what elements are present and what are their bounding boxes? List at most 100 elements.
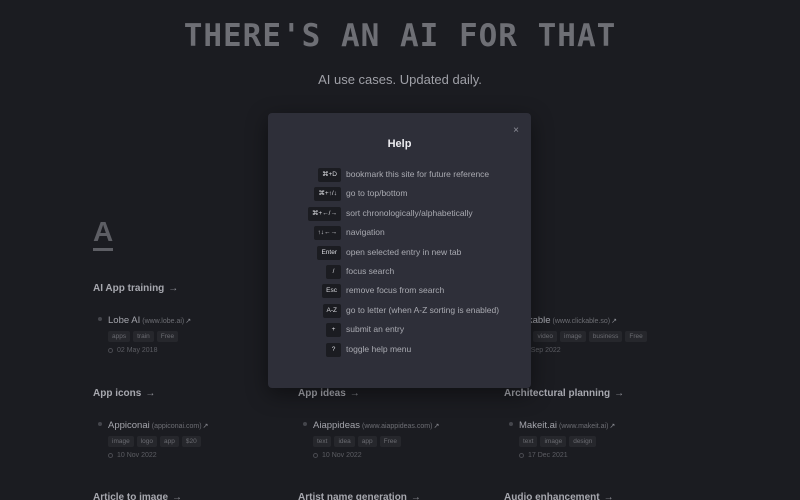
entry-domain: (www.aiappideas.com) xyxy=(362,423,433,430)
arrow-right-icon: → xyxy=(603,492,614,500)
key-badge: ↑↓←→ xyxy=(313,226,341,241)
entry-date: 10 Nov 2022 xyxy=(117,452,157,459)
shortcut-description: go to letter (when A-Z sorting is enable… xyxy=(346,304,500,315)
key-badge: / xyxy=(326,264,341,279)
tag[interactable]: business xyxy=(588,331,623,342)
bullet-icon xyxy=(98,422,102,426)
shortcut-description: sort chronologically/alphabetically xyxy=(346,207,473,218)
category-audio-enhancement[interactable]: Audio enhancement → xyxy=(504,492,614,500)
tag[interactable]: app xyxy=(160,436,179,447)
shortcut-description: remove focus from search xyxy=(346,285,445,296)
shortcut-description: bookmark this site for future reference xyxy=(346,169,490,179)
key-badge: Esc xyxy=(322,284,341,299)
tag[interactable]: design xyxy=(569,436,597,447)
tag[interactable]: video xyxy=(533,331,558,342)
shortcut-row: Esc remove focus from search xyxy=(268,284,531,303)
shortcut-row: / focus search xyxy=(268,264,531,284)
category-app-icons[interactable]: App icons → xyxy=(93,388,155,399)
tag[interactable]: image xyxy=(540,436,567,447)
category-app-ideas[interactable]: App ideas → xyxy=(298,388,360,399)
entry-date: 17 Dec 2021 xyxy=(528,452,568,459)
entry-domain: (www.clickable.so) xyxy=(552,318,611,325)
key-badge: ⌘+D xyxy=(318,168,341,182)
clock-icon xyxy=(108,348,113,353)
letter-heading: A xyxy=(93,216,114,247)
category-artist-name-generation[interactable]: Artist name generation → xyxy=(298,492,421,500)
entry-name[interactable]: Makeit.ai xyxy=(519,420,557,431)
shortcut-description: open selected entry in new tab xyxy=(346,246,462,257)
site-title: THERE'S AN AI FOR THAT xyxy=(183,18,617,54)
key-badge: A-Z xyxy=(322,303,341,318)
arrow-right-icon: → xyxy=(614,388,625,399)
list-item[interactable]: Appiconai (appiconai.com)↗ image logo app… xyxy=(98,420,209,459)
arrow-right-icon: → xyxy=(349,388,360,399)
category-architectural-planning[interactable]: Architectural planning → xyxy=(504,388,624,399)
shortcut-description: focus search xyxy=(346,265,395,276)
external-link-icon[interactable]: ↗ xyxy=(203,423,209,430)
shortcut-row: ⌘+↑/↓ go to top/bottom xyxy=(268,187,531,206)
entry-date: 10 Nov 2022 xyxy=(322,452,362,459)
close-icon[interactable]: × xyxy=(513,125,519,136)
bullet-icon xyxy=(303,422,307,426)
shortcut-description: go to top/bottom xyxy=(346,188,408,199)
tag[interactable]: Free xyxy=(156,331,179,342)
shortcut-description: navigation xyxy=(346,227,385,238)
entry-name[interactable]: Appiconai xyxy=(108,420,150,431)
tag[interactable]: text xyxy=(313,436,332,447)
entry-domain: (www.makeit.ai) xyxy=(559,423,609,430)
tag[interactable]: logo xyxy=(136,436,158,447)
tag[interactable]: $20 xyxy=(181,436,201,447)
tag[interactable]: apps xyxy=(108,331,131,342)
key-badge: ⌘+↑/↓ xyxy=(314,187,341,202)
shortcut-row: ↑↓←→ navigation xyxy=(268,226,531,245)
tag[interactable]: image xyxy=(108,436,134,447)
clock-icon xyxy=(313,453,318,458)
shortcut-row: + submit an entry xyxy=(268,323,531,342)
external-link-icon[interactable]: ↗ xyxy=(185,318,191,325)
arrow-right-icon: → xyxy=(145,388,156,399)
shortcut-row: ⌘+←/→ sort chronologically/alphabetically xyxy=(268,206,531,226)
entry-date: 02 May 2018 xyxy=(117,347,158,354)
modal-title: Help xyxy=(387,138,412,150)
letter-underline xyxy=(93,248,113,251)
key-badge: Enter xyxy=(317,245,341,260)
site-subtitle: AI use cases. Updated daily. xyxy=(318,72,482,87)
external-link-icon[interactable]: ↗ xyxy=(609,423,615,430)
tag[interactable]: app xyxy=(357,436,377,447)
clock-icon xyxy=(108,453,113,458)
shortcut-row: ? toggle help menu xyxy=(268,342,531,362)
entry-domain: (appiconai.com) xyxy=(151,423,202,430)
list-item[interactable]: Clickable(www.clickable.so)↗ ads video i… xyxy=(512,315,647,354)
arrow-right-icon: → xyxy=(410,492,421,500)
entry-name[interactable]: Aiappideas xyxy=(313,420,360,431)
list-item[interactable]: Lobe AI (www.lobe.ai)↗ apps train Free 02… xyxy=(98,315,191,354)
bullet-icon xyxy=(98,317,102,321)
shortcut-description: submit an entry xyxy=(346,324,405,335)
category-article-to-image[interactable]: Article to image → xyxy=(93,492,182,500)
list-item[interactable]: Aiappideas (www.aiappideas.com)↗ text ide… xyxy=(303,420,439,459)
shortcut-description: toggle help menu xyxy=(346,343,412,354)
external-link-icon[interactable]: ↗ xyxy=(433,423,439,430)
tag[interactable]: text xyxy=(519,436,538,447)
bullet-icon xyxy=(509,422,513,426)
key-badge: + xyxy=(326,323,341,338)
tag[interactable]: Free xyxy=(625,331,647,342)
clock-icon xyxy=(519,453,524,458)
tag[interactable]: image xyxy=(560,331,586,342)
shortcut-list: ⌘+D bookmark this site for future referen… xyxy=(268,168,531,362)
tag[interactable]: idea xyxy=(334,436,355,447)
external-link-icon[interactable]: ↗ xyxy=(611,318,617,325)
shortcut-row: ⌘+D bookmark this site for future referen… xyxy=(268,168,531,187)
shortcut-row: A-Z go to letter (when A-Z sorting is ena… xyxy=(268,303,531,323)
entry-domain: (www.lobe.ai) xyxy=(142,318,185,325)
arrow-right-icon: → xyxy=(172,492,183,500)
tag[interactable]: train xyxy=(133,331,154,342)
arrow-right-icon: → xyxy=(168,283,179,294)
category-ai-app-training[interactable]: AI App training → xyxy=(93,283,178,294)
tag[interactable]: Free xyxy=(379,436,402,447)
shortcut-row: Enter open selected entry in new tab xyxy=(268,245,531,265)
key-badge: ⌘+←/→ xyxy=(307,206,341,221)
help-modal: × Help ⌘+D bookmark this site for future … xyxy=(268,113,531,388)
entry-name[interactable]: Lobe AI xyxy=(108,315,140,326)
list-item[interactable]: Makeit.ai (www.makeit.ai)↗ text image des… xyxy=(509,420,615,459)
